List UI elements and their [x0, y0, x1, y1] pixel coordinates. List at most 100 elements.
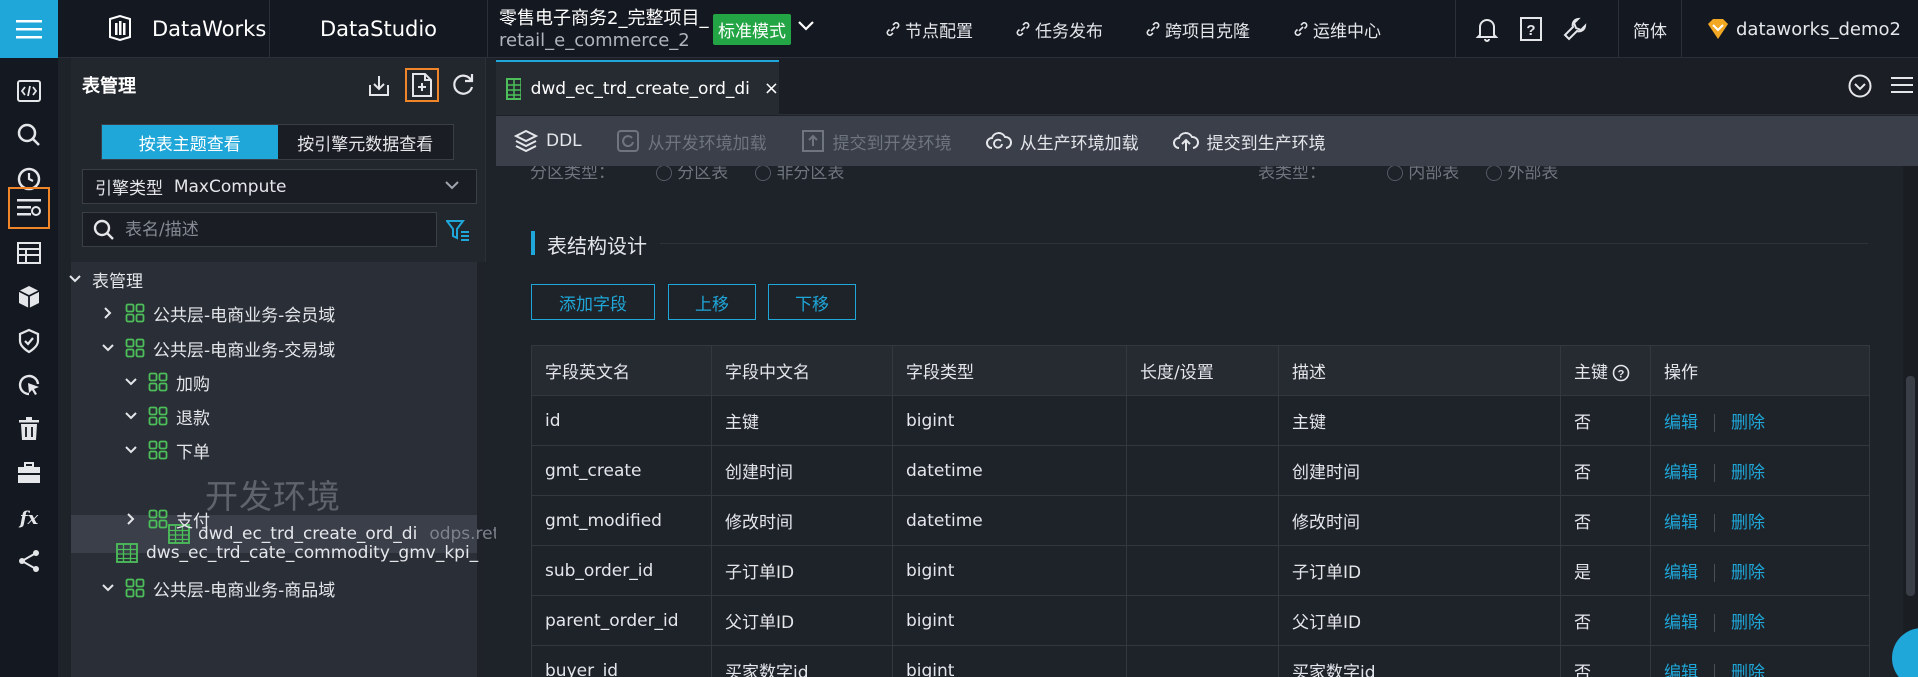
table-row: gmt_modified 修改时间 datetime 修改时间否编辑 删除	[531, 495, 1870, 546]
rail-code[interactable]	[10, 72, 48, 110]
refresh-button[interactable]	[446, 68, 480, 102]
nav-cross-project-clone[interactable]: 跨项目克隆	[1145, 0, 1250, 58]
field-type: bigint	[892, 595, 1127, 646]
edit-link[interactable]: 编辑	[1664, 613, 1698, 633]
move-up-button[interactable]: 上移	[668, 284, 756, 320]
import-button[interactable]	[362, 68, 396, 102]
move-down-button[interactable]: 下移	[768, 284, 856, 320]
tree-folder-node[interactable]: 公共层-电商业务-会员域	[101, 296, 335, 330]
tab-menu-button[interactable]	[1891, 75, 1913, 95]
hamburger-menu-button[interactable]	[0, 0, 58, 58]
commit-to-prod-button[interactable]: 提交到生产环境	[1172, 129, 1326, 154]
tree-folder-node[interactable]: 下单	[124, 433, 210, 467]
partition-radio[interactable]	[655, 166, 672, 181]
search-input[interactable]	[125, 219, 405, 240]
tab-list-button[interactable]	[1847, 73, 1873, 99]
rail-table[interactable]	[10, 234, 48, 272]
help-button[interactable]: ?	[1516, 14, 1546, 44]
tree-table-node[interactable]: dws_ec_trd_cate_commodity_gmv_kpi_	[116, 536, 478, 570]
internal-table-radio[interactable]	[1386, 166, 1403, 181]
scrollbar-thumb[interactable]	[1906, 376, 1915, 596]
edit-link[interactable]: 编辑	[1664, 513, 1698, 533]
upload-icon	[801, 130, 824, 152]
view-by-topic-button[interactable]: 按表主题查看	[102, 125, 278, 159]
tree-folder-node[interactable]: 退款	[124, 399, 210, 433]
rail-resource[interactable]	[10, 278, 48, 316]
edit-link[interactable]: 编辑	[1664, 463, 1698, 483]
close-icon[interactable]: ×	[764, 78, 779, 99]
language-switch[interactable]: 简体	[1618, 0, 1682, 58]
tab-table-editor[interactable]: dwd_ec_trd_create_ord_di ×	[496, 60, 779, 115]
rail-operation[interactable]	[10, 366, 48, 404]
add-field-button[interactable]: 添加字段	[531, 284, 655, 320]
edit-link[interactable]: 编辑	[1664, 663, 1698, 677]
field-desc: 创建时间	[1278, 445, 1561, 496]
col-header-label: 主键	[1574, 363, 1608, 383]
delete-link[interactable]: 删除	[1731, 513, 1765, 533]
link-icon	[1016, 22, 1030, 36]
ddl-button[interactable]: DDL	[514, 129, 582, 153]
brand[interactable]: DataWorks	[58, 0, 270, 58]
svg-text:?: ?	[1618, 369, 1625, 381]
field-desc: 主键	[1278, 395, 1561, 446]
brand-name: DataWorks	[152, 17, 267, 41]
field-primary-key: 否	[1560, 395, 1651, 446]
search-box	[82, 212, 437, 247]
link-icon	[886, 22, 900, 36]
section-accent	[531, 231, 535, 255]
load-from-prod-button[interactable]: 从生产环境加载	[985, 129, 1139, 154]
delete-link[interactable]: 删除	[1731, 563, 1765, 583]
import-icon	[369, 76, 389, 96]
notification-button[interactable]	[1472, 14, 1502, 44]
delete-link[interactable]: 删除	[1731, 663, 1765, 677]
nav-node-config[interactable]: 节点配置	[885, 0, 973, 58]
delete-link[interactable]: 删除	[1731, 613, 1765, 633]
rail-function[interactable]: fx	[10, 498, 48, 536]
edit-link[interactable]: 编辑	[1664, 413, 1698, 433]
tree-root-node[interactable]: 表管理	[68, 262, 143, 296]
settings-button[interactable]	[1560, 14, 1590, 44]
view-by-engine-button[interactable]: 按引擎元数据查看	[277, 125, 453, 159]
rail-share[interactable]	[10, 542, 48, 580]
edit-link[interactable]: 编辑	[1664, 563, 1698, 583]
divider	[1714, 664, 1715, 677]
tree-folder-node[interactable]: 公共层-电商业务-商品域	[101, 571, 335, 605]
table-row: sub_order_id 子订单ID bigint 子订单ID 是编辑 删除	[531, 545, 1870, 596]
tree-folder-node[interactable]: 公共层-电商业务-交易域	[101, 331, 335, 365]
divider	[1714, 414, 1715, 432]
project-selector[interactable]: 零售电子商务2_完整项目_仓 retail_e_commerce_2 标准模式	[499, 2, 839, 56]
engine-type-select[interactable]: 引擎类型 MaxCompute	[82, 169, 477, 204]
tree-node-label: 表管理	[92, 271, 143, 292]
rail-component[interactable]	[10, 454, 48, 492]
row-actions: 编辑 删除	[1650, 395, 1870, 446]
user-menu[interactable]: dataworks_demo2	[1706, 0, 1901, 58]
delete-link[interactable]: 删除	[1731, 463, 1765, 483]
section-divider	[660, 243, 1868, 244]
delete-link[interactable]: 删除	[1731, 413, 1765, 433]
main-scrollbar[interactable]	[1903, 166, 1918, 677]
rail-recycle[interactable]	[10, 410, 48, 448]
nav-task-publish[interactable]: 任务发布	[1015, 0, 1103, 58]
filter-button[interactable]	[446, 219, 470, 241]
non-partition-radio[interactable]	[755, 166, 772, 181]
tree-node-label: 公共层-电商业务-商品域	[153, 580, 336, 601]
field-desc: 子订单ID	[1278, 545, 1561, 596]
tree-folder-node[interactable]: 支付	[124, 502, 210, 536]
commit-to-dev-button[interactable]: 提交到开发环境	[801, 129, 952, 154]
nav-ops-center[interactable]: 运维中心	[1293, 0, 1381, 58]
field-primary-key: 否	[1560, 645, 1651, 677]
cube-icon	[18, 286, 40, 308]
rail-search[interactable]	[10, 116, 48, 154]
load-from-dev-button[interactable]: 从开发环境加载	[616, 129, 767, 154]
project-name: 零售电子商务2_完整项目_仓	[499, 8, 709, 29]
field-en-name: sub_order_id	[531, 545, 712, 596]
studio-name[interactable]: DataStudio	[270, 0, 488, 58]
shield-icon	[18, 328, 40, 354]
tree-folder-node[interactable]: 加购	[124, 365, 210, 399]
external-table-radio[interactable]	[1486, 166, 1503, 181]
question-circle-icon[interactable]: ?	[1612, 364, 1630, 382]
rail-security[interactable]	[10, 322, 48, 360]
tree-scrollbar[interactable]	[477, 262, 486, 677]
new-table-button[interactable]	[405, 68, 439, 102]
rail-table-manage[interactable]	[8, 187, 50, 229]
